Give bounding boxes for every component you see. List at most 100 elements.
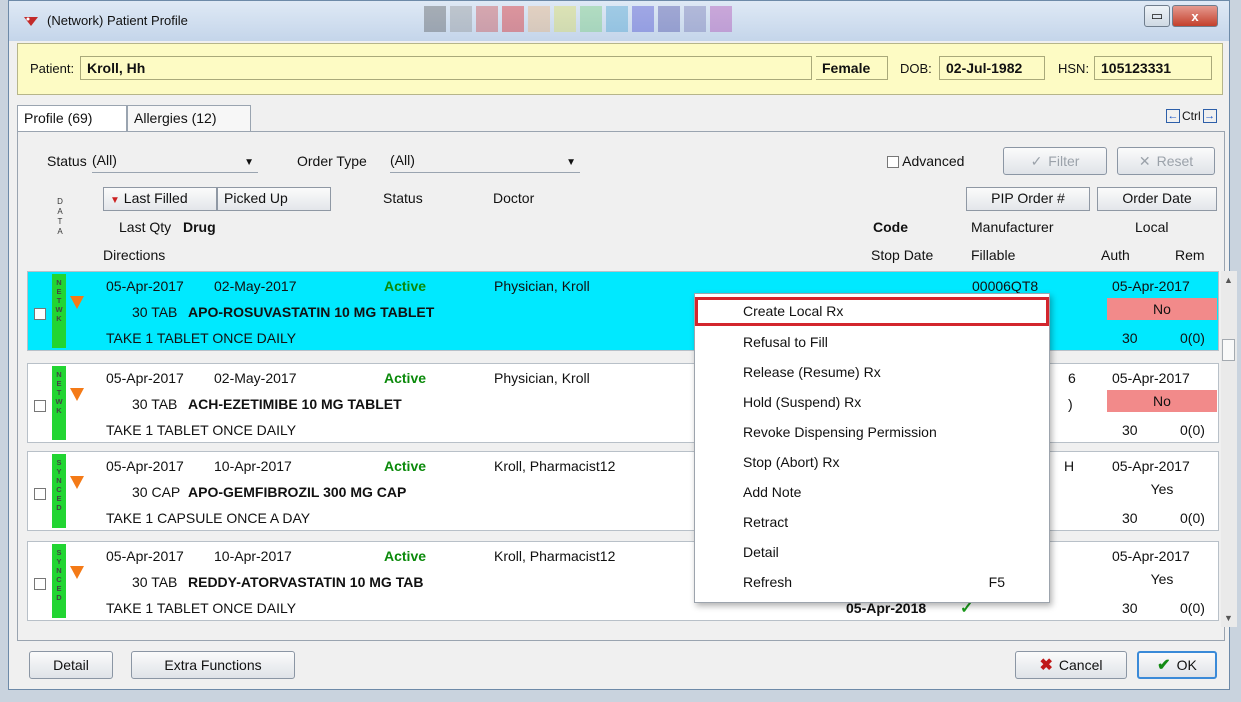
menu-item-refusal-to-fill[interactable]: Refusal to Fill <box>695 328 1049 357</box>
row-expand-icon[interactable] <box>70 476 84 489</box>
order-type-filter-select[interactable]: (All) ▼ <box>390 149 580 173</box>
background-swatches <box>424 6 732 32</box>
app-icon <box>24 17 38 26</box>
picked-up-column-header[interactable]: Picked Up <box>217 187 331 211</box>
menu-item-hold-rx[interactable]: Hold (Suspend) Rx <box>695 388 1049 417</box>
menu-item-label: Revoke Dispensing Permission <box>743 424 937 440</box>
menu-item-shortcut: F5 <box>988 574 1005 590</box>
order-date-column-header[interactable]: Order Date <box>1097 187 1217 211</box>
menu-item-revoke-permission[interactable]: Revoke Dispensing Permission <box>695 418 1049 447</box>
row-manufacturer: ) <box>1068 396 1073 412</box>
order-type-filter-value: (All) <box>390 152 415 168</box>
menu-item-refresh[interactable]: Refresh F5 <box>695 568 1049 597</box>
close-button[interactable]: x <box>1172 5 1218 27</box>
patient-profile-window: (Network) Patient Profile ▭ x Patient: K… <box>8 0 1237 690</box>
menu-item-label: Create Local Rx <box>743 303 844 319</box>
status-filter-value: (All) <box>92 152 117 168</box>
filter-button[interactable]: ✓ Filter <box>1003 147 1107 175</box>
last-filled-column-header[interactable]: ▼ Last Filled <box>103 187 217 211</box>
row-drug: APO-ROSUVASTATIN 10 MG TABLET <box>188 304 435 320</box>
vertical-scrollbar[interactable]: ▲ ▼ <box>1221 271 1237 627</box>
row-picked-up: 10-Apr-2017 <box>214 548 292 564</box>
menu-item-release-rx[interactable]: Release (Resume) Rx <box>695 358 1049 387</box>
menu-item-label: Refusal to Fill <box>743 334 828 350</box>
row-expand-icon[interactable] <box>70 388 84 401</box>
last-qty-column-header: Last Qty <box>119 219 172 235</box>
menu-item-detail[interactable]: Detail <box>695 538 1049 567</box>
menu-item-label: Refresh <box>743 574 793 590</box>
context-menu: Create Local Rx Refusal to Fill Release … <box>694 293 1050 603</box>
rem-column-header: Rem <box>1175 247 1205 263</box>
row-checkbox[interactable] <box>34 400 46 412</box>
pip-order-column-header[interactable]: PIP Order # <box>966 187 1090 211</box>
row-last-filled: 05-Apr-2017 <box>106 458 184 474</box>
row-auth: 30 <box>1122 600 1138 616</box>
row-checkbox[interactable] <box>34 578 46 590</box>
title-bar[interactable]: (Network) Patient Profile ▭ x <box>9 1 1229 41</box>
row-auth: 30 <box>1122 330 1138 346</box>
ok-check-icon: ✔ <box>1157 657 1171 674</box>
row-status: Active <box>384 458 427 474</box>
scroll-up-icon[interactable]: ▲ <box>1224 275 1233 285</box>
row-doctor: Physician, Kroll <box>494 278 590 294</box>
arrow-left-icon[interactable]: ← <box>1166 109 1180 123</box>
row-last-filled: 05-Apr-2017 <box>106 370 184 386</box>
advanced-checkbox[interactable] <box>887 156 899 169</box>
row-directions: TAKE 1 TABLET ONCE DAILY <box>106 330 297 346</box>
row-auth: 30 <box>1122 510 1138 526</box>
cancel-x-icon: ✖ <box>1039 657 1053 674</box>
row-qty: 30 TAB <box>132 304 178 320</box>
row-expand-icon[interactable] <box>70 296 84 309</box>
fillable-column-header: Fillable <box>971 247 1016 263</box>
scrollbar-thumb[interactable] <box>1222 339 1235 361</box>
row-checkbox[interactable] <box>34 308 46 320</box>
advanced-label: Advanced <box>902 153 965 169</box>
row-source-tag: SYNCED <box>52 544 66 618</box>
row-drug: APO-GEMFIBROZIL 300 MG CAP <box>188 484 407 500</box>
cancel-button[interactable]: ✖ Cancel <box>1015 651 1127 679</box>
row-picked-up: 02-May-2017 <box>214 278 297 294</box>
tab-allergies[interactable]: Allergies (12) <box>127 105 251 131</box>
patient-name: Kroll, Hh <box>80 56 812 80</box>
hsn-label: HSN: <box>1058 61 1090 76</box>
reset-button-label: Reset <box>1156 153 1194 169</box>
row-picked-up: 02-May-2017 <box>214 370 297 386</box>
row-rem: 0(0) <box>1180 600 1205 616</box>
row-last-filled: 05-Apr-2017 <box>106 548 184 564</box>
reset-button[interactable]: ✕ Reset <box>1117 147 1215 175</box>
menu-item-retract[interactable]: Retract <box>695 508 1049 537</box>
row-status: Active <box>384 278 427 294</box>
doctor-column-header[interactable]: Doctor <box>493 190 534 206</box>
advanced-toggle[interactable]: Advanced <box>887 153 964 169</box>
code-column-header: Code <box>873 219 908 235</box>
row-checkbox[interactable] <box>34 488 46 500</box>
order-type-filter-label: Order Type <box>297 153 367 169</box>
menu-item-stop-rx[interactable]: Stop (Abort) Rx <box>695 448 1049 477</box>
row-expand-icon[interactable] <box>70 566 84 579</box>
last-filled-header-label: Last Filled <box>123 190 188 206</box>
row-last-filled: 05-Apr-2017 <box>106 278 184 294</box>
row-local: Yes <box>1150 481 1174 497</box>
window-title: (Network) Patient Profile <box>47 13 188 28</box>
menu-item-add-note[interactable]: Add Note <box>695 478 1049 507</box>
ctrl-label: Ctrl <box>1182 109 1201 123</box>
row-source-tag: NETWK <box>52 366 66 440</box>
detail-button[interactable]: Detail <box>29 651 113 679</box>
menu-item-label: Detail <box>743 544 779 560</box>
extra-functions-button[interactable]: Extra Functions <box>131 651 295 679</box>
arrow-right-icon[interactable]: → <box>1202 109 1217 123</box>
row-qty: 30 TAB <box>132 574 178 590</box>
row-auth: 30 <box>1122 422 1138 438</box>
row-local: No <box>1107 390 1217 412</box>
status-filter-select[interactable]: (All) ▼ <box>92 149 258 173</box>
ok-button[interactable]: ✔ OK <box>1137 651 1217 679</box>
scroll-down-icon[interactable]: ▼ <box>1224 613 1233 623</box>
menu-item-label: Retract <box>743 514 789 530</box>
status-column-header[interactable]: Status <box>383 190 423 206</box>
status-filter-label: Status <box>47 153 87 169</box>
tab-profile[interactable]: Profile (69) <box>17 105 127 133</box>
menu-item-create-local-rx[interactable]: Create Local Rx <box>695 297 1049 326</box>
sort-desc-icon: ▼ <box>110 195 120 206</box>
checkmark-icon: ✓ <box>1030 152 1043 169</box>
restore-button[interactable]: ▭ <box>1144 5 1170 27</box>
